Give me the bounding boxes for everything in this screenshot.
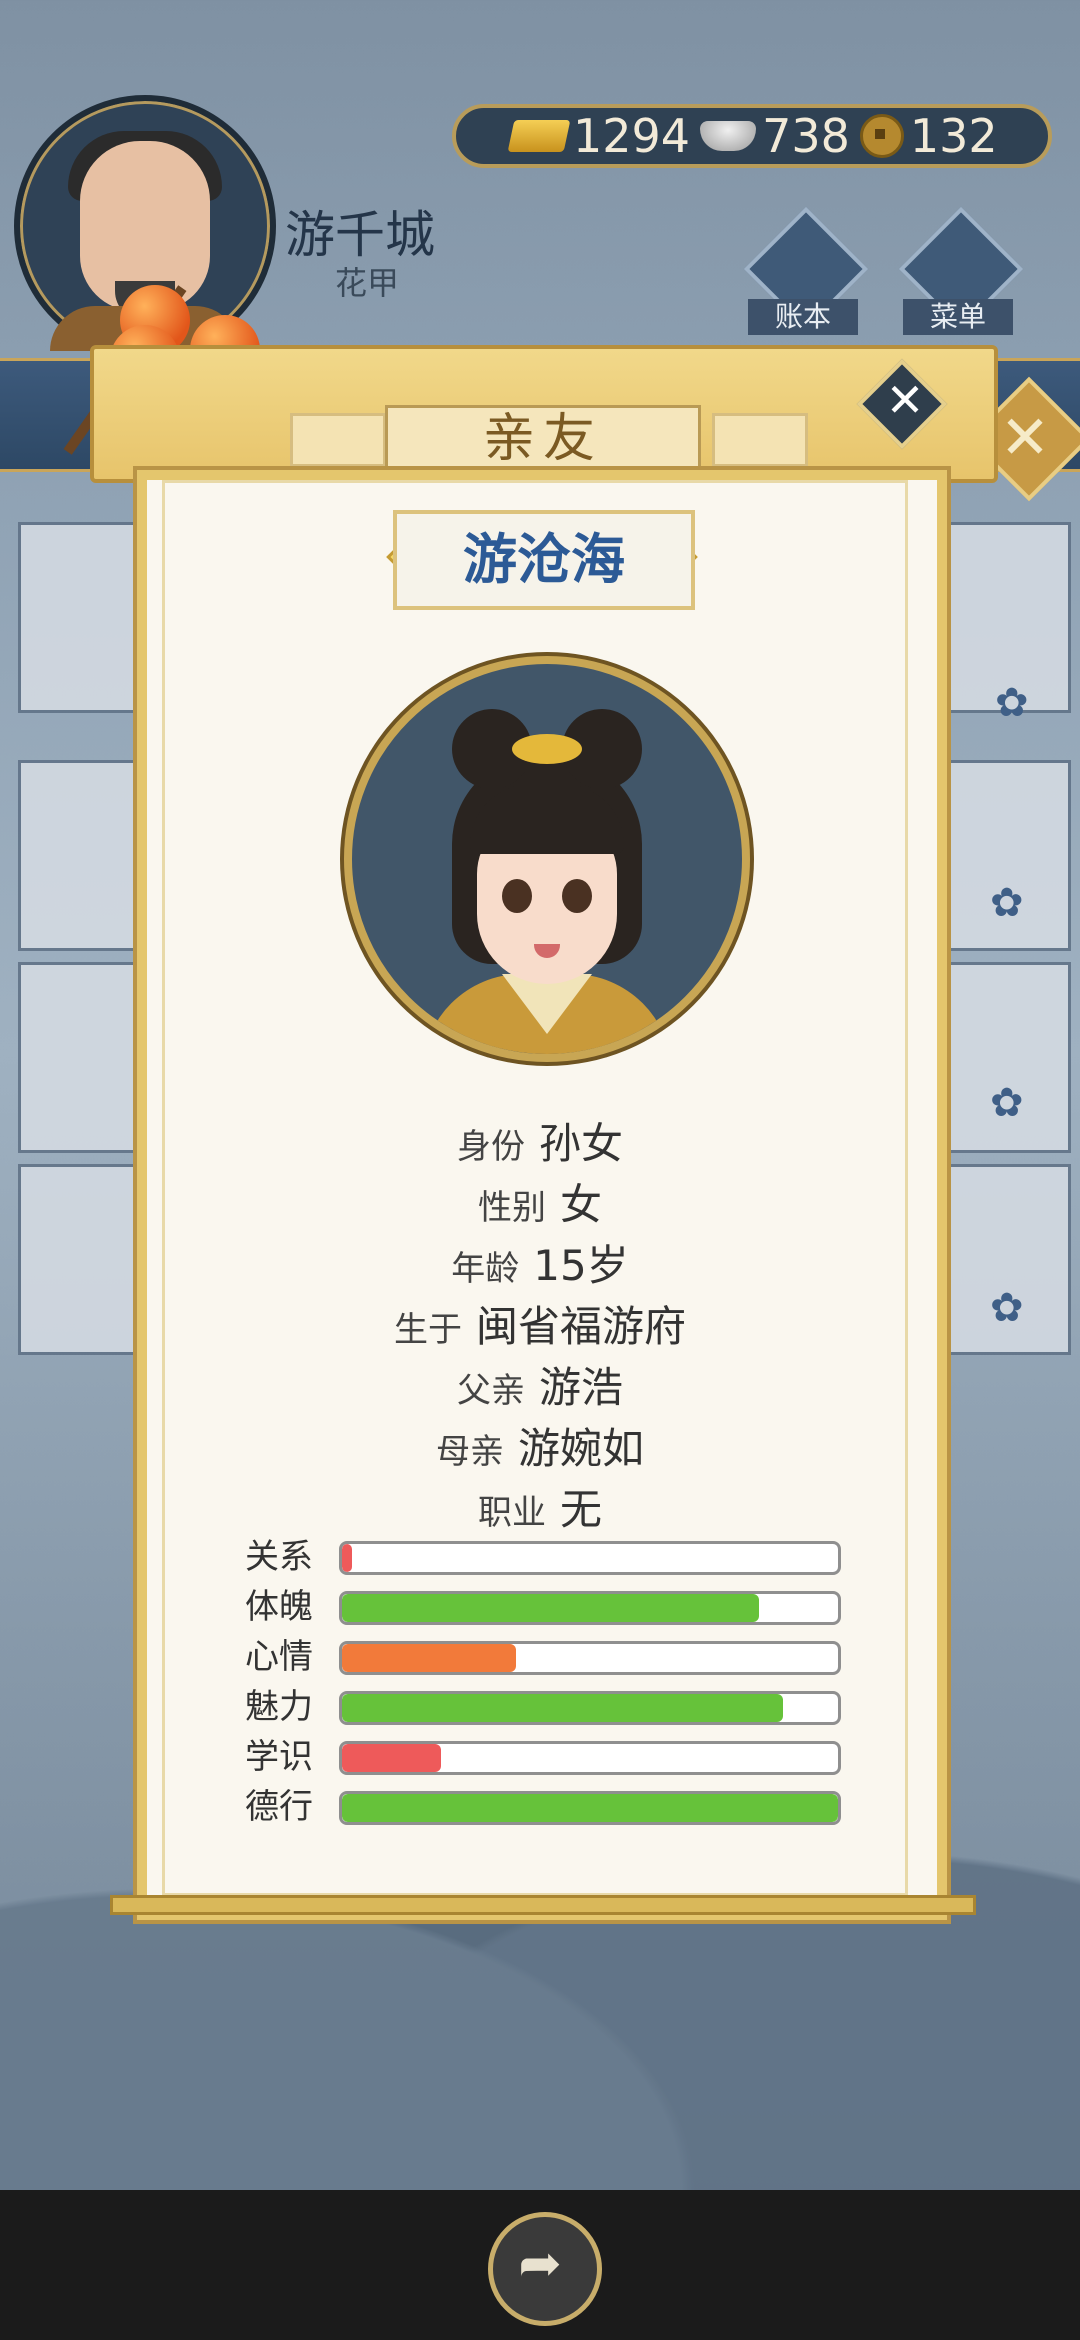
info-value: 游浩	[538, 1363, 623, 1412]
tab-decoration	[712, 413, 808, 467]
stat-fill	[342, 1594, 759, 1622]
info-value: 15岁	[533, 1241, 629, 1290]
stat-fill	[342, 1744, 442, 1772]
info-key: 父亲	[456, 1371, 525, 1411]
stat-track	[339, 1791, 841, 1825]
portrait-eye	[502, 879, 532, 913]
stat-track	[339, 1741, 841, 1775]
silver-amount: 738	[762, 109, 850, 163]
info-birthplace: 生于 闽省福游府	[0, 1293, 1080, 1354]
info-key: 母亲	[435, 1432, 504, 1472]
gold-amount: 1294	[573, 109, 691, 163]
close-icon: ✕	[885, 373, 925, 427]
copper-coin-icon	[859, 114, 904, 158]
stat-label: 心情	[245, 1637, 313, 1677]
player-title: 花甲	[335, 264, 400, 302]
info-key: 身份	[456, 1127, 525, 1167]
info-value: 女	[559, 1180, 602, 1229]
info-mother: 母亲 游婉如	[0, 1415, 1080, 1476]
info-value: 无	[559, 1485, 602, 1534]
info-value: 游婉如	[517, 1424, 644, 1473]
stat-label: 关系	[245, 1537, 313, 1577]
stat-charm: 魅力	[245, 1687, 845, 1727]
stat-fill	[342, 1544, 352, 1572]
stat-fill	[342, 1694, 784, 1722]
stat-track	[339, 1691, 841, 1725]
info-key: 职业	[477, 1493, 546, 1533]
silver-ingot-icon	[700, 121, 757, 151]
stat-knowledge: 学识	[245, 1737, 845, 1777]
info-key: 生于	[393, 1310, 462, 1350]
stat-label: 德行	[245, 1787, 313, 1827]
hair-ornament	[512, 734, 582, 764]
ledger-button[interactable]: 账本	[743, 206, 869, 335]
info-value: 孙女	[538, 1119, 623, 1168]
stat-physique: 体魄	[245, 1587, 845, 1627]
stat-label: 魅力	[245, 1687, 313, 1727]
stat-fill	[342, 1644, 516, 1672]
stat-mood: 心情	[245, 1637, 845, 1677]
menu-button[interactable]: 菜单	[898, 206, 1024, 335]
stat-virtue: 德行	[245, 1787, 845, 1827]
person-name: 游沧海	[393, 510, 695, 610]
stat-track	[339, 1591, 841, 1625]
player-name: 游千城	[285, 206, 435, 264]
info-key: 性别	[477, 1188, 546, 1228]
share-icon: ➦	[518, 2234, 562, 2294]
info-occupation: 职业无	[0, 1476, 1080, 1537]
flower-icon: ✿	[995, 680, 1029, 726]
stat-track	[339, 1541, 841, 1575]
scroll-rod	[110, 1895, 976, 1915]
gold-ingot-icon	[507, 120, 571, 152]
stat-label: 体魄	[245, 1587, 313, 1627]
info-value: 闽省福游府	[475, 1302, 686, 1351]
currency-bar: 1294 738 132	[452, 104, 1052, 168]
portrait-eye	[562, 879, 592, 913]
tab-decoration	[290, 413, 386, 467]
stat-fill	[342, 1794, 838, 1822]
info-gender: 性别女	[0, 1171, 1080, 1232]
stat-relationship: 关系	[245, 1537, 845, 1577]
info-father: 父亲 游浩	[0, 1354, 1080, 1415]
flower-icon: ✿	[990, 880, 1024, 926]
dialog-title: 亲友	[385, 405, 701, 473]
stat-label: 学识	[245, 1737, 313, 1777]
coin-amount: 132	[909, 109, 998, 163]
info-age: 年龄 15岁	[0, 1232, 1080, 1293]
info-key: 年龄	[451, 1249, 520, 1289]
person-portrait	[344, 656, 750, 1062]
stat-track	[339, 1641, 841, 1675]
menu-label: 菜单	[903, 299, 1013, 335]
ledger-label: 账本	[748, 299, 858, 335]
info-identity: 身份 孙女	[0, 1110, 1080, 1171]
